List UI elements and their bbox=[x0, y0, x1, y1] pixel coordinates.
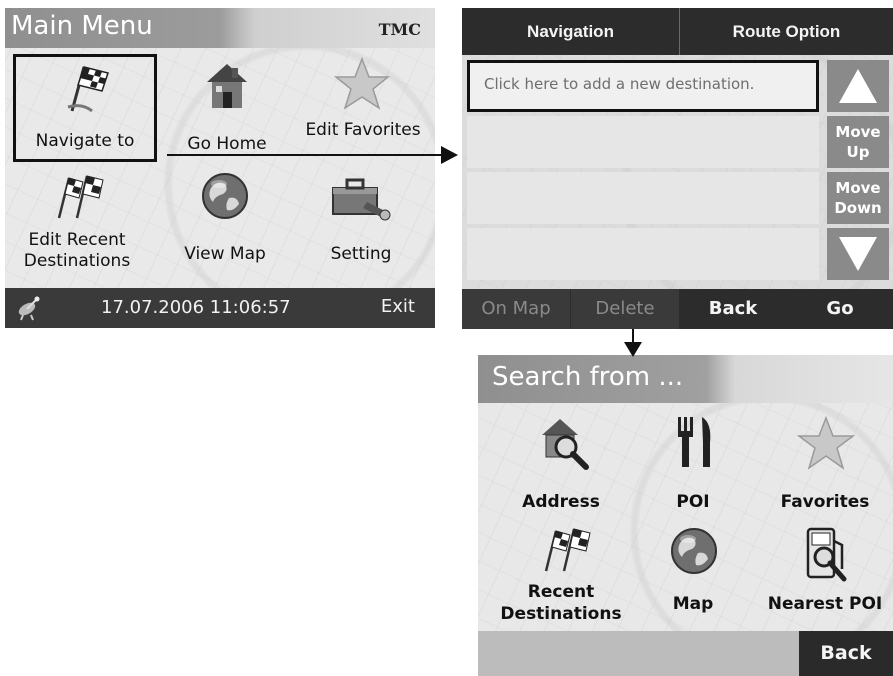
edit-favorites-button[interactable]: Edit Favorites bbox=[293, 54, 433, 162]
menu-item-label: Setting bbox=[330, 244, 392, 264]
main-menu-screen: Main Menu TMC Navigate to Go Home Edit F… bbox=[5, 8, 435, 328]
tab-bar: Navigation Route Option bbox=[462, 8, 893, 55]
search-item-label: Favorites bbox=[780, 492, 870, 512]
menu-item-label: Go Home bbox=[187, 134, 267, 154]
route-screen: Navigation Route Option Click here to ad… bbox=[462, 8, 893, 329]
back-button[interactable]: Back bbox=[680, 289, 786, 329]
house-icon bbox=[207, 64, 247, 108]
move-up-button[interactable]: Move Up bbox=[827, 116, 889, 168]
screen-title: Search from ... bbox=[492, 362, 684, 392]
on-map-button[interactable]: On Map bbox=[462, 289, 570, 329]
datetime-display: 17.07.2006 11:06:57 bbox=[101, 297, 291, 318]
search-item-label: Map bbox=[672, 594, 714, 614]
checkered-flags-icon bbox=[57, 175, 104, 219]
globe-background bbox=[462, 8, 893, 329]
add-destination-hint: Click here to add a new destination. bbox=[484, 75, 755, 93]
connector-line bbox=[167, 154, 443, 156]
satellite-icon[interactable] bbox=[15, 295, 43, 321]
search-item-label: Recent Destinations bbox=[500, 582, 622, 624]
arrow-down-icon bbox=[624, 342, 642, 357]
tmc-indicator[interactable]: TMC bbox=[379, 20, 421, 39]
search-item-label: POI bbox=[676, 492, 710, 512]
screen-title: Main Menu bbox=[11, 11, 153, 41]
globe-icon bbox=[202, 173, 248, 219]
search-item-label: Address bbox=[522, 492, 600, 512]
scroll-down-button[interactable] bbox=[827, 228, 889, 280]
navigate-to-button[interactable]: Navigate to bbox=[13, 54, 157, 162]
edit-recent-destinations-button[interactable]: Edit Recent Destinations bbox=[7, 164, 147, 272]
view-map-button[interactable]: View Map bbox=[155, 164, 295, 272]
footer-bar: Back bbox=[478, 631, 893, 676]
destination-row-add[interactable]: Click here to add a new destination. bbox=[467, 60, 819, 112]
search-from-screen: Search from ... Address POI Favorites Re… bbox=[478, 355, 893, 676]
fork-knife-icon bbox=[678, 417, 711, 467]
toolbox-icon bbox=[332, 178, 391, 221]
bottom-button-bar: On Map Delete Back Go bbox=[462, 289, 893, 329]
setting-button[interactable]: Setting bbox=[291, 164, 431, 272]
star-icon bbox=[333, 56, 391, 110]
menu-item-label: Navigate to bbox=[35, 131, 135, 151]
nearest-poi-button[interactable]: Nearest POI bbox=[756, 521, 893, 639]
house-magnifier-icon bbox=[542, 419, 589, 470]
back-button[interactable]: Back bbox=[799, 631, 893, 676]
search-item-label: Nearest POI bbox=[767, 594, 883, 614]
favorites-button[interactable]: Favorites bbox=[756, 407, 893, 525]
go-home-button[interactable]: Go Home bbox=[157, 54, 297, 162]
triangle-up-icon bbox=[839, 69, 877, 103]
menu-item-label: Edit Recent Destinations bbox=[23, 230, 131, 271]
triangle-down-icon bbox=[839, 237, 877, 271]
checkered-flag-icon bbox=[67, 66, 109, 113]
title-bar: Main Menu TMC bbox=[5, 8, 435, 48]
title-bar: Search from ... bbox=[478, 355, 893, 403]
menu-item-label: Edit Favorites bbox=[305, 120, 421, 140]
status-bar: 17.07.2006 11:06:57 Exit bbox=[5, 288, 435, 328]
exit-button[interactable]: Exit bbox=[381, 296, 415, 317]
globe-icon bbox=[671, 528, 717, 574]
delete-button[interactable]: Delete bbox=[571, 289, 679, 329]
tab-route-option[interactable]: Route Option bbox=[680, 8, 893, 55]
address-button[interactable]: Address bbox=[492, 407, 630, 525]
checkered-flags-icon bbox=[544, 528, 591, 572]
recent-destinations-button[interactable]: Recent Destinations bbox=[492, 521, 630, 639]
destination-row[interactable] bbox=[467, 172, 819, 224]
move-down-button[interactable]: Move Down bbox=[827, 172, 889, 224]
go-button[interactable]: Go bbox=[787, 289, 893, 329]
poi-button[interactable]: POI bbox=[624, 407, 762, 525]
destination-row[interactable] bbox=[467, 228, 819, 280]
destination-row[interactable] bbox=[467, 116, 819, 168]
map-button[interactable]: Map bbox=[624, 521, 762, 639]
star-icon bbox=[796, 415, 856, 470]
menu-item-label: View Map bbox=[184, 244, 266, 264]
tab-navigation[interactable]: Navigation bbox=[462, 8, 679, 55]
arrow-right-icon bbox=[441, 146, 458, 164]
scroll-up-button[interactable] bbox=[827, 60, 889, 112]
fuel-pump-magnifier-icon bbox=[806, 527, 847, 582]
